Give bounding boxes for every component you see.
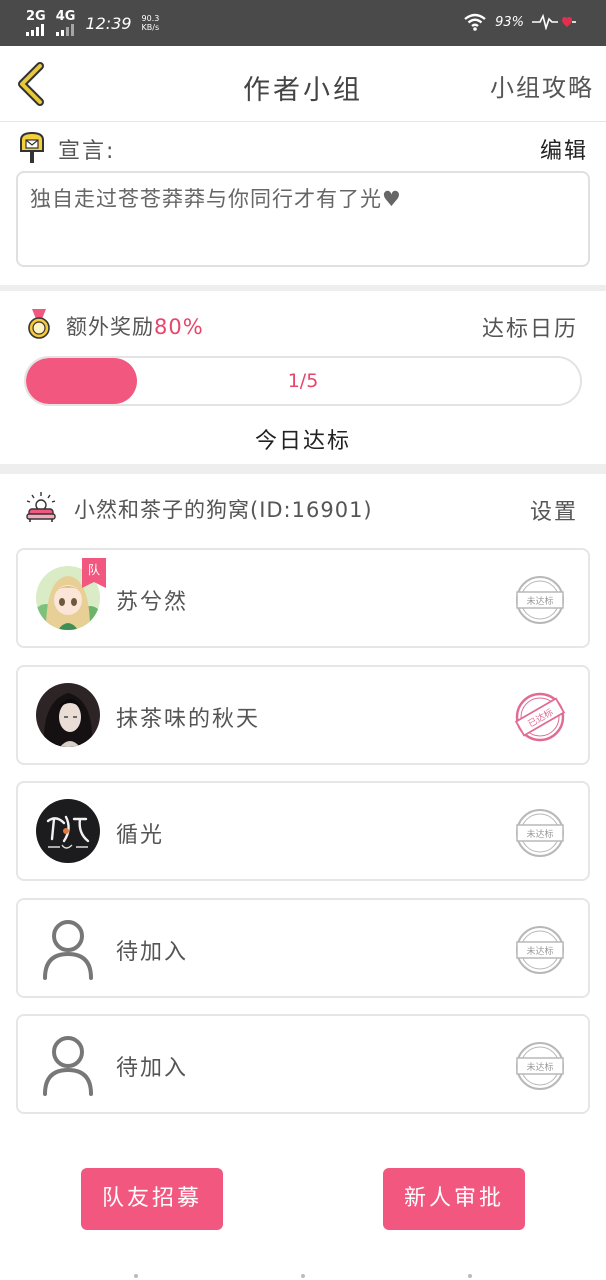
achievement-calendar-button[interactable]: 达标日历 [482,311,578,343]
stamp-text: 未达标 [526,828,553,840]
member-card[interactable]: 抹茶味的秋天 已达标 [16,665,590,765]
medal-icon [28,309,50,339]
clock: 12:39 [85,14,132,33]
member-card[interactable]: 队 苏兮然 未达标 [16,548,590,648]
section-divider [0,464,606,474]
approve-newcomer-button[interactable]: 新人审批 [383,1168,525,1230]
not-achieved-stamp-icon: 未达标 [516,1042,564,1090]
signal-bars-icon [55,24,74,36]
declaration-label: 宣言: [58,139,116,164]
member-card[interactable]: 待加入 未达标 [16,1014,590,1114]
declaration-section: 宣言: 编辑 独自走过苍苍莽莽与你同行才有了光♥ [0,123,606,285]
status-bar: 2G 4G 12:39 90.3 KB/s 93% [0,0,606,46]
signal-2g: 2G [26,10,46,36]
member-card[interactable]: 待加入 未达标 [16,898,590,998]
nav-indicator-dot [301,1274,305,1278]
not-achieved-stamp-icon: 未达标 [516,926,564,974]
battery-percent: 93% [495,14,524,30]
network-speed: 90.3 KB/s [142,14,160,32]
extra-reward-text: 额外奖励 [66,315,154,339]
avatar [36,1032,100,1096]
avatar [36,683,100,747]
group-header: 小然和茶子的狗窝(ID:16901) 设置 [0,474,606,544]
not-achieved-stamp-icon: 未达标 [516,576,564,624]
group-strategy-button[interactable]: 小组攻略 [490,68,594,103]
member-name: 循光 [116,823,165,848]
network-speed-unit: KB/s [141,23,160,32]
not-achieved-stamp-icon: 未达标 [516,809,564,857]
wifi-icon [464,13,486,31]
avatar [36,916,100,980]
reward-section: 额外奖励80% 达标日历 1/5 今日达标 [0,291,606,464]
recruit-teammate-button[interactable]: 队友招募 [81,1168,223,1230]
team-leader-badge-text: 队 [88,562,100,577]
mailbox-icon [20,131,44,163]
stamp-text: 未达标 [526,945,553,957]
member-name: 苏兮然 [116,590,189,615]
group-name: 小然和茶子的狗窝(ID:16901) [74,498,373,522]
app-header: 作者小组 小组攻略 [0,46,606,122]
group-sofa-icon [26,492,56,522]
member-name: 待加入 [116,940,189,965]
declaration-text: 独自走过苍苍莽莽与你同行才有了光♥ [16,171,590,267]
user-placeholder-icon [43,920,93,980]
today-achieved-label: 今日达标 [254,429,351,454]
signal-4g: 4G [55,9,76,36]
dark-portrait-avatar-icon [36,683,100,747]
stamp-text: 未达标 [526,1061,553,1073]
extra-reward-percent: 80% [154,315,204,339]
edit-declaration-button[interactable]: 编辑 [540,133,588,165]
team-leader-badge: 队 [82,558,106,588]
progress-bar: 1/5 [24,356,582,406]
nav-indicator-dot [468,1274,472,1278]
signal-2g-label: 2G [26,9,46,24]
network-speed-value: 90.3 [141,14,160,23]
member-card[interactable]: 循光 未达标 [16,781,590,881]
member-name: 待加入 [116,1056,189,1081]
stamp-text: 未达标 [526,595,553,607]
avatar [36,799,100,863]
signal-bars-icon [26,24,44,36]
group-settings-button[interactable]: 设置 [530,494,578,526]
user-placeholder-icon [43,1036,93,1096]
nav-indicator-dot [134,1274,138,1278]
extra-reward-label: 额外奖励80% [66,311,204,341]
member-name: 抹茶味的秋天 [116,707,261,732]
calligraphy-avatar-icon [36,799,100,863]
signal-4g-label: 4G [55,9,76,24]
progress-text: 1/5 [287,370,319,392]
achieved-stamp-icon: 已达标 [514,692,566,742]
battery-heart-icon [532,14,576,30]
